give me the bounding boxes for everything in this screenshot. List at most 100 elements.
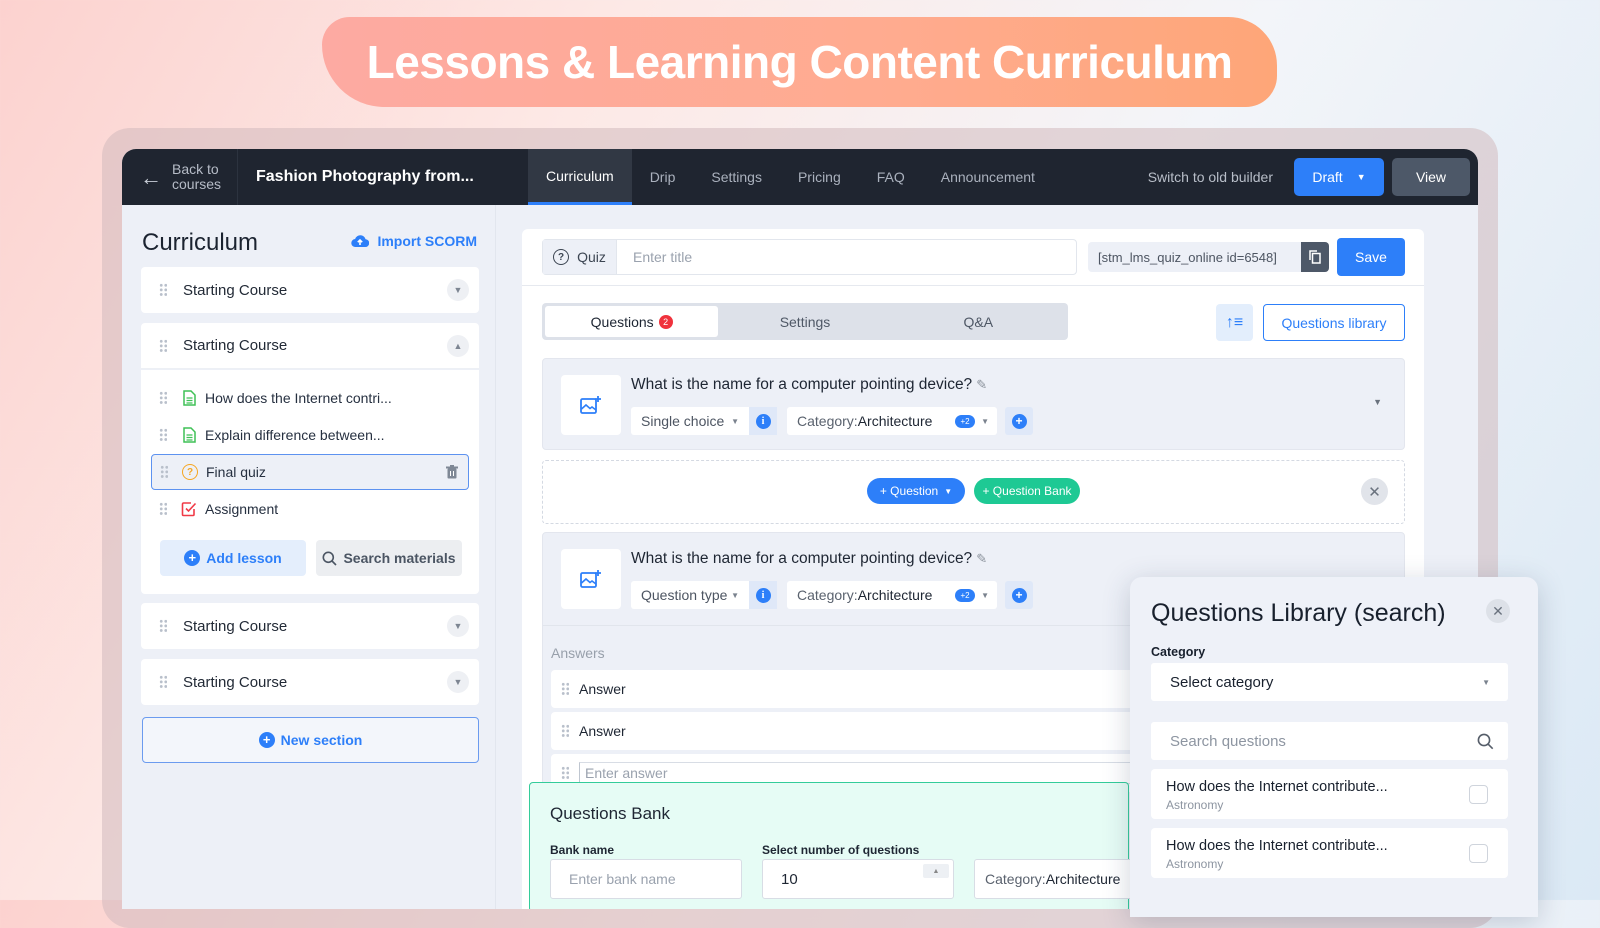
save-button[interactable]: Save [1337, 238, 1405, 276]
section-title: Starting Course [183, 281, 288, 299]
drag-handle-icon[interactable] [159, 428, 167, 442]
bank-category-select[interactable]: Category: Architecture [974, 859, 1134, 899]
question-text[interactable]: What is the name for a computer pointing… [631, 550, 987, 568]
question-count-value: 10 [781, 870, 798, 888]
switch-to-old-builder-link[interactable]: Switch to old builder [1148, 149, 1273, 205]
question-count-stepper[interactable]: 10 ▲ [762, 859, 954, 899]
tab-qa[interactable]: Q&A [892, 306, 1065, 337]
question-text[interactable]: What is the name for a computer pointing… [631, 376, 987, 394]
drag-handle-icon[interactable] [159, 391, 167, 405]
add-lesson-button[interactable]: + Add lesson [160, 540, 306, 576]
increment-icon[interactable]: ▲ [923, 864, 949, 878]
view-button[interactable]: View [1392, 158, 1470, 196]
lesson-item[interactable]: Explain difference between... [151, 417, 469, 453]
pencil-icon[interactable]: ✎ [976, 551, 987, 566]
section-lessons-list: How does the Internet contri... Explain … [141, 370, 479, 594]
library-title: Questions Library (search) [1151, 599, 1446, 627]
back-to-courses-link[interactable]: ← Back to courses [122, 149, 238, 205]
caret-down-icon: ▼ [981, 590, 989, 600]
drag-handle-icon[interactable] [160, 465, 168, 479]
select-checkbox[interactable] [1469, 844, 1488, 863]
drag-handle-icon[interactable] [561, 682, 569, 696]
section-item[interactable]: Starting Course ▼ [141, 603, 479, 649]
library-question-item[interactable]: How does the Internet contribute... Astr… [1151, 828, 1508, 878]
info-button[interactable]: i [749, 581, 777, 609]
lesson-item[interactable]: Assignment [151, 491, 469, 527]
tab-questions[interactable]: Questions 2 [545, 306, 719, 337]
library-question-item[interactable]: How does the Internet contribute... Astr… [1151, 769, 1508, 819]
search-materials-button[interactable]: Search materials [316, 540, 462, 576]
bank-name-input[interactable]: Enter bank name [550, 859, 742, 899]
question-type-select[interactable]: Single choice ▼ i [631, 407, 777, 435]
top-navigation-bar: ← Back to courses Fashion Photography fro… [122, 149, 1478, 205]
chevron-down-icon[interactable]: ▼ [447, 279, 469, 301]
caret-down-icon: ▼ [944, 486, 953, 496]
answer-item[interactable]: Answer [551, 670, 1151, 708]
question-type-value: Question type [641, 587, 728, 603]
lesson-item-selected[interactable]: ? Final quiz [151, 454, 469, 490]
tab-drip[interactable]: Drip [632, 149, 694, 205]
chevron-up-icon[interactable]: ▲ [447, 334, 469, 357]
info-button[interactable]: i [749, 407, 777, 435]
close-icon[interactable]: ✕ [1361, 478, 1388, 505]
sort-list-icon[interactable]: ↑≡ [1216, 304, 1253, 341]
drag-handle-icon[interactable] [159, 338, 167, 353]
copy-icon[interactable] [1301, 242, 1329, 272]
hero-title: Lessons & Learning Content Curriculum [366, 36, 1233, 88]
add-question-bank-button[interactable]: + Question Bank [974, 478, 1080, 504]
pencil-icon[interactable]: ✎ [976, 377, 987, 392]
drag-handle-icon[interactable] [159, 283, 167, 297]
category-value: Architecture [857, 587, 933, 603]
arrow-left-icon: ← [140, 164, 162, 190]
question-type-select[interactable]: Question type ▼ i [631, 581, 777, 609]
drag-handle-icon[interactable] [561, 724, 569, 738]
answer-input[interactable] [579, 762, 1139, 784]
category-value: Architecture [857, 413, 933, 429]
add-category-button[interactable]: + [1005, 581, 1033, 609]
builder-tabs: Curriculum Drip Settings Pricing FAQ Ann… [528, 149, 1053, 205]
new-section-button[interactable]: + New section [142, 717, 479, 763]
select-checkbox[interactable] [1469, 785, 1488, 804]
section-item[interactable]: Starting Course ▼ [141, 267, 479, 313]
close-icon[interactable]: ✕ [1486, 599, 1510, 623]
draft-status-dropdown[interactable]: Draft ▼ [1294, 158, 1384, 196]
quiz-title-bar: ? Quiz [542, 239, 1077, 275]
tab-faq[interactable]: FAQ [859, 149, 923, 205]
draft-label: Draft [1312, 169, 1343, 185]
import-scorm-button[interactable]: Import SCORM [351, 233, 477, 249]
category-select[interactable]: Category: Architecture +2 ▼ [787, 407, 997, 435]
questions-library-button[interactable]: Questions library [1263, 304, 1405, 341]
chevron-down-icon[interactable]: ▼ [447, 671, 469, 693]
search-icon[interactable] [1477, 733, 1494, 750]
questions-bank-title: Questions Bank [550, 804, 671, 823]
question-count-label: Select number of questions [762, 843, 920, 857]
info-icon: i [755, 587, 771, 603]
category-dropdown[interactable]: Select category ▼ [1151, 663, 1508, 701]
trash-icon[interactable] [446, 465, 458, 479]
drag-handle-icon[interactable] [159, 619, 167, 633]
drag-handle-icon[interactable] [561, 766, 569, 780]
tab-settings[interactable]: Settings [693, 149, 780, 205]
chevron-down-icon[interactable]: ▼ [447, 615, 469, 637]
library-question-category: Astronomy [1166, 857, 1224, 871]
answer-item[interactable]: Answer [551, 712, 1151, 750]
tab-curriculum[interactable]: Curriculum [528, 149, 632, 205]
add-question-button[interactable]: + Question ▼ [867, 478, 965, 504]
add-category-button[interactable]: + [1005, 407, 1033, 435]
category-label: Category [1151, 645, 1206, 659]
search-questions-input[interactable]: Search questions [1151, 722, 1508, 760]
add-image-icon[interactable] [561, 375, 621, 435]
section-item[interactable]: Starting Course ▲ [141, 323, 479, 369]
search-materials-label: Search materials [343, 550, 456, 566]
tab-quiz-settings[interactable]: Settings [718, 306, 891, 337]
drag-handle-icon[interactable] [159, 502, 167, 516]
tab-pricing[interactable]: Pricing [780, 149, 859, 205]
add-image-icon[interactable] [561, 549, 621, 609]
lesson-item[interactable]: How does the Internet contri... [151, 380, 469, 416]
section-item[interactable]: Starting Course ▼ [141, 659, 479, 705]
category-select[interactable]: Category: Architecture +2 ▼ [787, 581, 997, 609]
tab-announcement[interactable]: Announcement [923, 149, 1053, 205]
chevron-down-icon[interactable]: ▼ [1373, 397, 1382, 407]
quiz-title-input[interactable] [617, 249, 1076, 265]
drag-handle-icon[interactable] [159, 675, 167, 689]
